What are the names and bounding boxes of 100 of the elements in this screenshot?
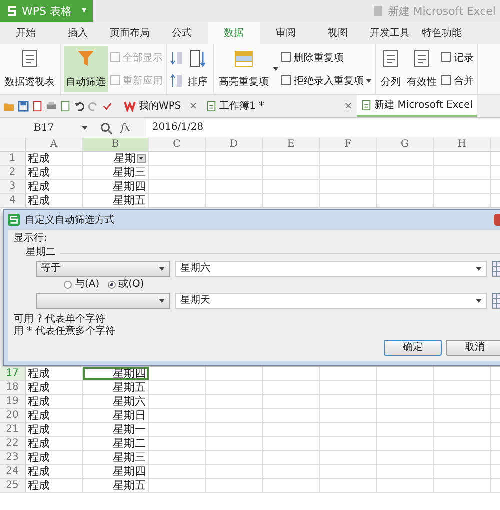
- column-header[interactable]: H: [434, 138, 491, 151]
- row-header[interactable]: 23: [0, 451, 26, 464]
- undo-icon[interactable]: [74, 100, 85, 112]
- sort-icon: [188, 49, 208, 69]
- ribbon-tab[interactable]: 开发工具: [364, 22, 416, 44]
- table-cell: 程成: [26, 180, 83, 193]
- column-header[interactable]: E: [263, 138, 320, 151]
- hint-text: 可用 ? 代表单个字符: [14, 314, 107, 326]
- close-tab-button[interactable]: ×: [344, 100, 353, 112]
- caret-icon[interactable]: [366, 78, 372, 82]
- table-cell: 程成: [26, 465, 83, 478]
- print-icon[interactable]: [46, 100, 57, 112]
- row-header[interactable]: 2: [0, 166, 26, 179]
- row-header[interactable]: 4: [0, 194, 26, 207]
- ribbon-button[interactable]: 有效性: [405, 46, 439, 92]
- document-tab[interactable]: 工作簿1 *: [202, 95, 268, 117]
- column-header[interactable]: B: [83, 138, 149, 151]
- ribbon-button[interactable]: 删除重复项: [281, 50, 344, 64]
- zoom-icon[interactable]: [100, 122, 113, 134]
- row-header[interactable]: 3: [0, 180, 26, 193]
- row-header[interactable]: 18: [0, 381, 26, 394]
- column-header[interactable]: G: [377, 138, 434, 151]
- table-cell: 程成: [26, 395, 83, 408]
- dialog-title: 自定义自动筛选方式: [25, 214, 115, 227]
- operator-dropdown[interactable]: [36, 293, 170, 309]
- command-icon: [110, 75, 121, 86]
- grid-icon[interactable]: [492, 261, 500, 277]
- save-icon[interactable]: [18, 100, 29, 112]
- table-cell: 程成: [26, 166, 83, 179]
- row-header[interactable]: 22: [0, 437, 26, 450]
- ribbon-button[interactable]: 数据透视表: [3, 46, 57, 92]
- document-icon: [372, 5, 384, 17]
- caret-icon: [82, 126, 88, 130]
- ribbon-tab[interactable]: 视图: [312, 22, 364, 44]
- caret-icon[interactable]: [273, 67, 279, 71]
- ribbon-button[interactable]: 分列: [379, 46, 403, 92]
- section-label: 显示行:: [14, 233, 48, 245]
- ribbon-button[interactable]: 自动筛选: [64, 46, 108, 92]
- table-icon: [234, 49, 254, 69]
- sheet-icon: [381, 49, 401, 69]
- table-cell: 程成: [26, 152, 83, 165]
- ribbon-tab[interactable]: 特色功能: [416, 22, 468, 44]
- column-header[interactable]: D: [206, 138, 263, 151]
- command-icon: [110, 52, 121, 63]
- table-cell: 程成: [26, 381, 83, 394]
- column-header[interactable]: C: [149, 138, 206, 151]
- sheet-icon: [412, 49, 432, 69]
- column-header[interactable]: F: [320, 138, 377, 151]
- row-header[interactable]: 19: [0, 395, 26, 408]
- command-icon: [281, 75, 292, 86]
- table-cell: 程成: [26, 194, 83, 207]
- radio-option[interactable]: 与(A): [64, 279, 100, 291]
- formula-field[interactable]: 2016/1/28: [146, 119, 500, 137]
- ribbon-tab[interactable]: 公式: [156, 22, 208, 44]
- w-logo-icon: [124, 100, 136, 112]
- caret-icon: [159, 267, 166, 271]
- table-cell: 程成: [26, 479, 83, 492]
- ribbon-tab[interactable]: 审阅: [260, 22, 312, 44]
- workbook-icon: [360, 100, 372, 110]
- caret-icon: [476, 267, 482, 271]
- row-header[interactable]: 21: [0, 423, 26, 436]
- dialog-button[interactable]: 取消: [446, 340, 500, 356]
- radio-option[interactable]: 或(O): [108, 279, 144, 291]
- command-icon: [281, 52, 292, 63]
- window-title: 新建 Microsoft Excel: [388, 4, 496, 18]
- operator-dropdown[interactable]: 等于: [36, 261, 170, 277]
- row-header[interactable]: 20: [0, 409, 26, 422]
- ribbon-button[interactable]: 高亮重复项: [217, 46, 271, 92]
- grid-icon[interactable]: [492, 293, 500, 309]
- filter-dropdown-icon[interactable]: [137, 154, 146, 163]
- ribbon-tab[interactable]: 页面布局: [104, 22, 156, 44]
- customize-icon[interactable]: [102, 100, 113, 112]
- table-cell: 程成: [26, 451, 83, 464]
- function-button[interactable]: fx: [121, 122, 130, 134]
- row-header[interactable]: 24: [0, 465, 26, 478]
- table-cell: 程成: [26, 367, 83, 380]
- dialog-button[interactable]: 确定: [384, 340, 442, 356]
- document-tab[interactable]: 我的WPS: [120, 95, 186, 117]
- value-dropdown[interactable]: 星期天: [175, 293, 488, 309]
- name-box[interactable]: B17: [0, 122, 92, 134]
- command-icon: [441, 75, 452, 86]
- ribbon-tab[interactable]: 插入: [52, 22, 104, 44]
- ribbon-tab[interactable]: 开始: [0, 22, 52, 44]
- ribbon-tab[interactable]: 数据: [208, 22, 260, 44]
- caret-icon: [476, 299, 482, 303]
- row-header[interactable]: 17: [0, 367, 26, 380]
- document-tab[interactable]: 新建 Microsoft Excel: [356, 95, 477, 117]
- app-logo-icon: [8, 214, 20, 226]
- ribbon-button[interactable]: 拒绝录入重复项: [281, 74, 364, 88]
- row-header[interactable]: 1: [0, 152, 26, 165]
- funnel-icon: [76, 49, 96, 69]
- row-header[interactable]: 25: [0, 479, 26, 492]
- ribbon-button[interactable]: 记录: [441, 50, 474, 64]
- hint-text: 用 * 代表任意多个字符: [14, 326, 116, 338]
- table-cell: 程成: [26, 409, 83, 422]
- value-dropdown[interactable]: 星期六: [175, 261, 488, 277]
- close-tab-button[interactable]: ×: [189, 100, 198, 112]
- ribbon-button[interactable]: 合并: [441, 74, 474, 88]
- ribbon-button[interactable]: 排序: [186, 46, 210, 92]
- pdf-icon[interactable]: [32, 100, 43, 112]
